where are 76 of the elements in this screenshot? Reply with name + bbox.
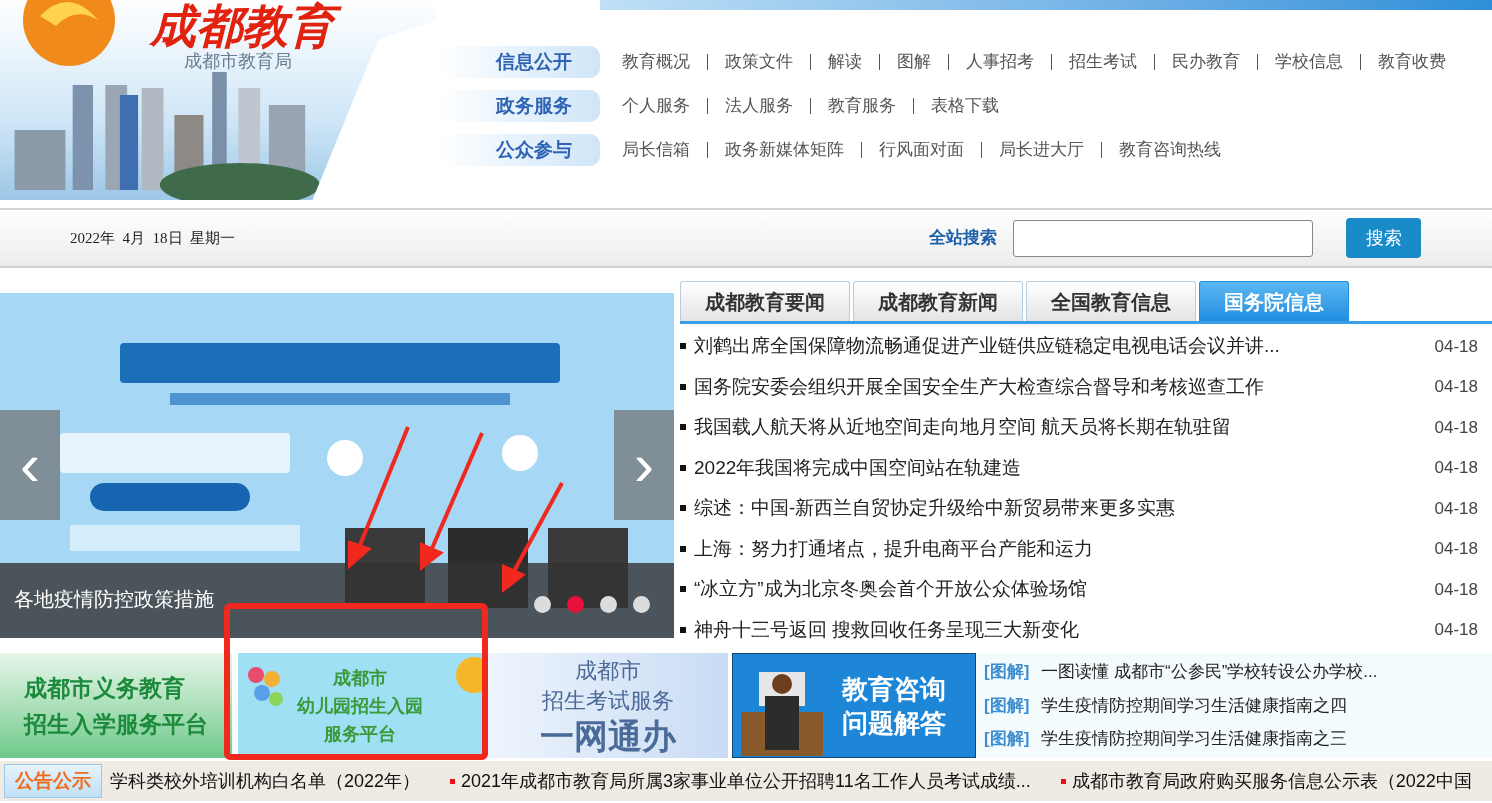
bullet-icon — [450, 778, 456, 784]
news-date: 04-18 — [1434, 376, 1478, 398]
banner-text: 成都市义务教育 — [24, 673, 185, 703]
news-date: 04-18 — [1434, 335, 1478, 358]
news-link[interactable]: 综述：中国-新西兰自贸协定升级给中新贸易带来更多实惠 — [694, 494, 1176, 523]
nav-link[interactable]: 行风面对面 — [879, 137, 964, 163]
bullet-icon — [680, 424, 686, 431]
notice-label: 公告公示 — [4, 764, 102, 798]
nav-link[interactable]: 政策文件 — [725, 49, 793, 75]
nav-link[interactable]: 教育咨询热线 — [1119, 137, 1221, 163]
banner-text: 幼儿园招生入园 — [297, 694, 423, 718]
banner[interactable]: 成都市 招生考试服务 一网通办 — [488, 653, 728, 758]
bullet-icon — [680, 505, 686, 512]
nav-link[interactable]: 局长进大厅 — [999, 137, 1084, 163]
nav-link[interactable]: 图解 — [897, 49, 931, 75]
news-link[interactable]: 上海：努力打通堵点，提升电商平台产能和运力 — [694, 534, 1093, 563]
news-link[interactable]: 国务院安委会组织开展全国安全生产大检查综合督导和考核巡查工作 — [694, 372, 1264, 401]
nav-link[interactable]: 教育概况 — [622, 49, 690, 75]
bullet-icon — [680, 383, 686, 390]
news-date: 04-18 — [1434, 578, 1478, 601]
news-tab[interactable]: 成都教育要闻 — [680, 281, 850, 321]
search-button[interactable]: 搜索 — [1346, 218, 1421, 258]
graphic-link[interactable]: 一图读懂 成都市“公参民”学校转设公办学校... — [1041, 659, 1378, 685]
banner-text: 问题解答 — [842, 706, 946, 740]
banner-text: 招生入学服务平台 — [24, 709, 208, 739]
news-date: 04-18 — [1434, 457, 1478, 479]
notice-link[interactable]: 2021年成都市教育局所属3家事业单位公开招聘11名工作人员考试成绩... — [461, 767, 1031, 795]
news-date: 04-18 — [1434, 619, 1478, 641]
bullet-icon — [680, 343, 686, 350]
news-tab[interactable]: 全国教育信息 — [1026, 281, 1196, 321]
notice-link[interactable]: 学科类校外培训机构白名单（2022年） — [110, 767, 421, 795]
nav-link[interactable]: 法人服务 — [725, 93, 793, 119]
news-link[interactable]: 我国载人航天将从近地空间走向地月空间 航天员将长期在轨驻留 — [694, 413, 1232, 442]
nav-link[interactable]: 个人服务 — [622, 93, 690, 119]
nav-link[interactable]: 招生考试 — [1069, 49, 1137, 75]
site-subtitle: 成都市教育局 — [184, 50, 292, 73]
news-link[interactable]: 神舟十三号返回 搜救回收任务呈现三大新变化 — [694, 615, 1080, 644]
bullet-icon — [680, 464, 686, 471]
category-tag: [图解] — [984, 692, 1030, 719]
nav-link[interactable]: 解读 — [828, 49, 862, 75]
banner-text: 服务平台 — [324, 722, 396, 746]
bullet-icon — [1060, 778, 1066, 784]
banner[interactable]: 教育咨询 问题解答 — [732, 653, 976, 758]
banner-text: 成都市 — [333, 666, 387, 690]
nav-link[interactable]: 民办教育 — [1172, 49, 1240, 75]
search-field[interactable] — [1013, 219, 1313, 257]
banner-text: 成都市 — [575, 656, 641, 685]
nav-link[interactable]: 政务新媒体矩阵 — [725, 137, 844, 163]
nav-link[interactable]: 表格下载 — [931, 93, 999, 119]
news-date: 04-18 — [1434, 416, 1478, 439]
banner-text: 招生考试服务 — [542, 686, 674, 715]
category-tag: [图解] — [984, 726, 1030, 752]
current-date: 2022年 4月 18日 星期一 — [70, 228, 235, 248]
graphic-link[interactable]: 学生疫情防控期间学习生活健康指南之三 — [1041, 726, 1348, 752]
news-date: 04-18 — [1434, 497, 1478, 520]
nav-link[interactable]: 学校信息 — [1275, 49, 1343, 75]
news-link[interactable]: 2022年我国将完成中国空间站在轨建造 — [694, 453, 1022, 482]
search-label: 全站搜索 — [929, 227, 997, 250]
news-link[interactable]: “冰立方”成为北京冬奥会首个开放公众体验场馆 — [694, 575, 1087, 604]
slide-caption: 各地疫情防控政策措施 — [14, 587, 214, 612]
nav-link[interactable]: 人事招考 — [966, 49, 1034, 75]
bullet-icon — [680, 626, 686, 633]
graphic-link[interactable]: 学生疫情防控期间学习生活健康指南之四 — [1041, 692, 1348, 719]
news-link[interactable]: 刘鹤出席全国保障物流畅通促进产业链供应链稳定电视电话会议并讲... — [694, 332, 1280, 361]
nav-link[interactable]: 局长信箱 — [622, 137, 690, 163]
category-tag: [图解] — [984, 659, 1030, 685]
banner-text: 一网通办 — [540, 715, 676, 756]
phoenix-logo-icon — [20, 0, 118, 68]
nav-link[interactable]: 教育收费 — [1378, 49, 1446, 75]
bullet-icon — [680, 545, 686, 552]
banner-text: 教育咨询 — [842, 672, 946, 706]
bullet-icon — [680, 586, 686, 593]
news-date: 04-18 — [1434, 538, 1478, 560]
notice-link[interactable]: 成都市教育局政府购买服务信息公示表（2022中国 — [1071, 767, 1472, 795]
news-tab[interactable]: 成都教育新闻 — [853, 281, 1023, 321]
nav-link[interactable]: 教育服务 — [828, 93, 896, 119]
